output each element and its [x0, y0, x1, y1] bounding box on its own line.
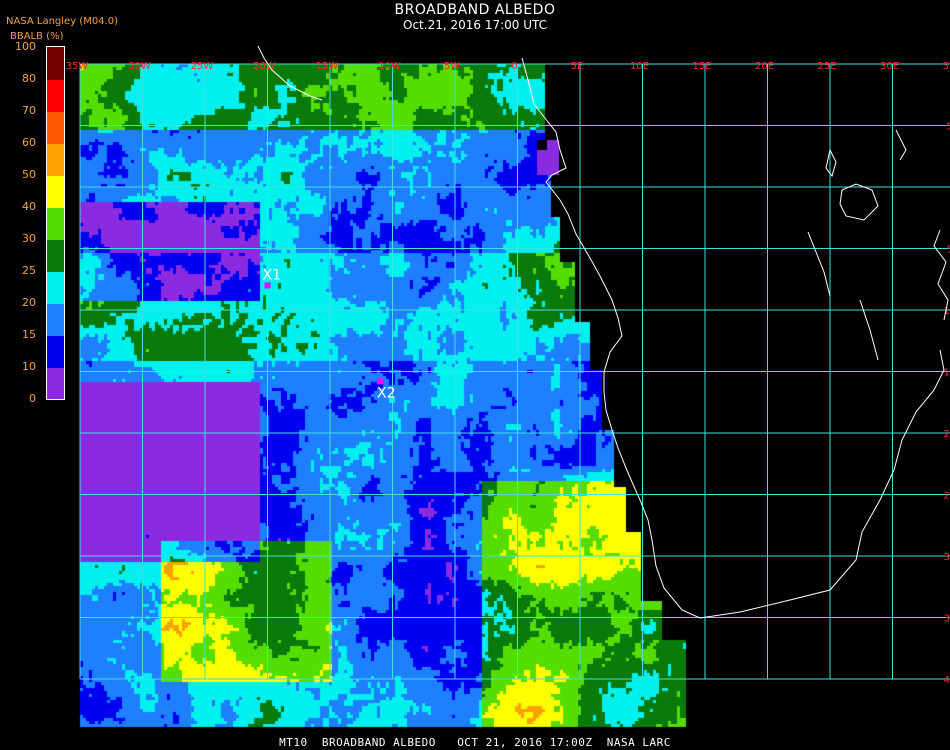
- color-legend-bar: [46, 46, 65, 400]
- legend-tick-label: 15: [22, 328, 36, 341]
- legend-color-swatch: [47, 143, 64, 176]
- longitude-label: 35W: [66, 61, 89, 72]
- map-overlay: 35W 30W 25W 20W 15W 10W 5W 0 5E 10E 15E 20E 25E 30E 3 5…: [66, 45, 950, 686]
- legend-color-swatch: [47, 79, 64, 112]
- legend-color-swatch: [47, 175, 64, 208]
- latitude-label: 30S: [943, 552, 950, 563]
- albedo-map-view: 35W 30W 25W 20W 15W 10W 5W 0 5E 10E 15E 20E 25E 30E 3 5…: [0, 0, 950, 750]
- lake-outline: [895, 129, 907, 161]
- legend-tick-label: 50: [22, 168, 36, 181]
- marker-label: X2: [377, 385, 396, 401]
- lake-outline: [825, 149, 837, 178]
- longitude-label: 5W: [444, 61, 460, 72]
- marker-point: [377, 378, 383, 385]
- longitude-label: 30E: [880, 61, 899, 72]
- longitude-label: 5E: [571, 61, 584, 72]
- footer-caption: MT10 BROADBAND ALBEDO OCT 21, 2016 17:00…: [279, 736, 671, 749]
- longitude-label: 15E: [692, 61, 711, 72]
- legend-color-swatch: [47, 207, 64, 240]
- legend-tick-label: 25: [22, 264, 36, 277]
- legend-tick-label: 40: [22, 200, 36, 213]
- legend-tick-label: 30: [22, 232, 36, 245]
- longitude-label: 25W: [191, 61, 214, 72]
- lake-outline: [839, 183, 879, 221]
- legend-color-swatch: [47, 239, 64, 272]
- legend-tick-label: 80: [22, 72, 36, 85]
- legend-tick-label: 100: [15, 40, 36, 53]
- coastline: [521, 57, 945, 619]
- legend-tick-label: 60: [22, 136, 36, 149]
- longitude-label: 15W: [316, 61, 339, 72]
- lake-outline: [859, 299, 879, 361]
- legend-tick-label: 70: [22, 104, 36, 117]
- lake-outline: [807, 231, 831, 297]
- marker-label: X1: [263, 267, 282, 283]
- legend-color-swatch: [47, 303, 64, 336]
- legend-tick-label: 0: [29, 392, 36, 405]
- longitude-label: 10E: [630, 61, 649, 72]
- longitude-label: 0: [511, 61, 517, 72]
- latitude-label: 25S: [943, 491, 950, 502]
- latitude-label: 40S: [943, 675, 950, 686]
- legend-color-swatch: [47, 271, 64, 304]
- latitude-label: 5N: [946, 122, 950, 133]
- legend-color-swatch: [47, 335, 64, 368]
- legend-color-swatch: [47, 367, 64, 399]
- legend-color-swatch: [47, 47, 64, 80]
- latitude-label: 20S: [943, 429, 950, 440]
- longitude-label: 10W: [378, 61, 401, 72]
- page-subtitle: Oct.21, 2016 17:00 UTC: [403, 18, 547, 32]
- longitude-label: 25E: [817, 61, 836, 72]
- latitude-label: 15S: [943, 368, 950, 379]
- longitude-label: 20E: [755, 61, 774, 72]
- latitude-label: 35S: [943, 614, 950, 625]
- legend-color-swatch: [47, 111, 64, 144]
- legend-tick-label: 10: [22, 360, 36, 373]
- page-title: BROADBAND ALBEDO: [394, 2, 556, 18]
- longitude-label: 30W: [128, 61, 151, 72]
- longitude-label: 35E: [942, 61, 950, 72]
- latitude-label: 5S: [947, 245, 950, 256]
- legend-tick-label: 20: [22, 296, 36, 309]
